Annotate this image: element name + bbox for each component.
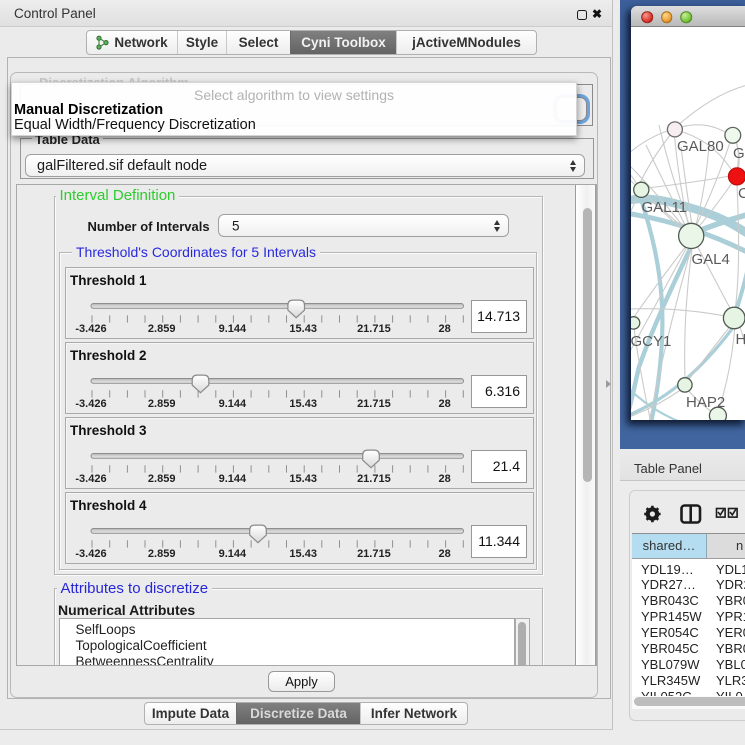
- svg-text:GCY1: GCY1: [631, 333, 671, 350]
- svg-text:HAP2: HAP2: [686, 394, 725, 411]
- svg-text:GAL4: GAL4: [691, 251, 729, 268]
- svg-text:C: C: [738, 185, 745, 202]
- svg-text:GAL80: GAL80: [677, 138, 724, 155]
- svg-text:H: H: [735, 331, 745, 348]
- svg-text:GAL11: GAL11: [641, 199, 687, 216]
- svg-text:G.: G.: [733, 145, 745, 162]
